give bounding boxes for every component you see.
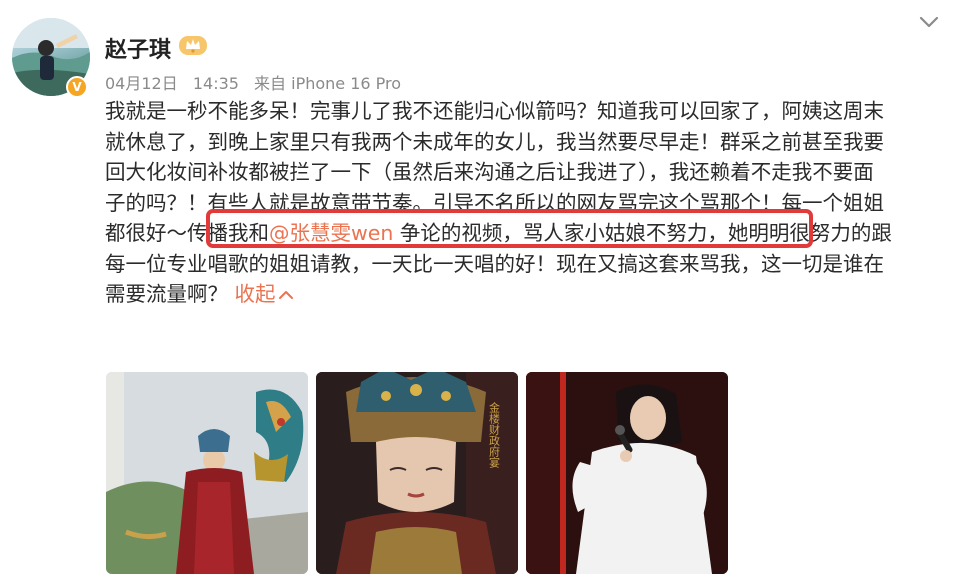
photo-poster-headdress[interactable]: 金楼财政府宴 <box>316 372 518 574</box>
chevron-down-icon[interactable] <box>918 14 940 30</box>
post-line: 每一位专业唱歌的姐姐请教，一天比一天唱的好！现在又搞这套来骂我，这一切是谁在 <box>105 251 884 276</box>
post-date[interactable]: 04月12日 <box>105 74 178 93</box>
post-line: 就休息了，到晚上家里只有我两个未成年的女儿，我当然要尽早走！群采之前甚至我要 <box>105 129 884 154</box>
post-time[interactable]: 14:35 <box>193 74 239 93</box>
post-text: 我就是一秒不能多呆！完事儿了我不还能归心似箭吗？知道我可以回家了，阿姨这周末 就… <box>105 96 945 310</box>
chevron-up-icon <box>278 291 293 299</box>
photo-costume-dragon[interactable] <box>106 372 308 574</box>
post-meta: 04月12日 14:35 来自 iPhone 16 Pro <box>105 70 401 94</box>
post-line: 我就是一秒不能多呆！完事儿了我不还能归心似箭吗？知道我可以回家了，阿姨这周末 <box>105 99 884 123</box>
post-line: 回大化妆间补妆都被拦了一下（虽然后来沟通之后让我进了），我还赖着不走我不要面 <box>105 160 874 184</box>
post-line-text: 需要流量啊？ <box>105 282 228 306</box>
collapse-label: 收起 <box>234 282 276 306</box>
highlight-annotation-box <box>206 209 813 248</box>
post-line: 需要流量啊？ 收起 <box>105 279 945 310</box>
photo-stage-singer[interactable] <box>526 372 728 574</box>
poster-text: 金楼财政府宴 <box>488 401 501 468</box>
author-name[interactable]: 赵子琪 <box>105 32 171 64</box>
crown-badge-icon <box>179 36 207 55</box>
collapse-button[interactable]: 收起 <box>228 282 294 306</box>
verified-icon: V <box>66 76 88 98</box>
post-source: 来自 iPhone 16 Pro <box>254 74 402 93</box>
